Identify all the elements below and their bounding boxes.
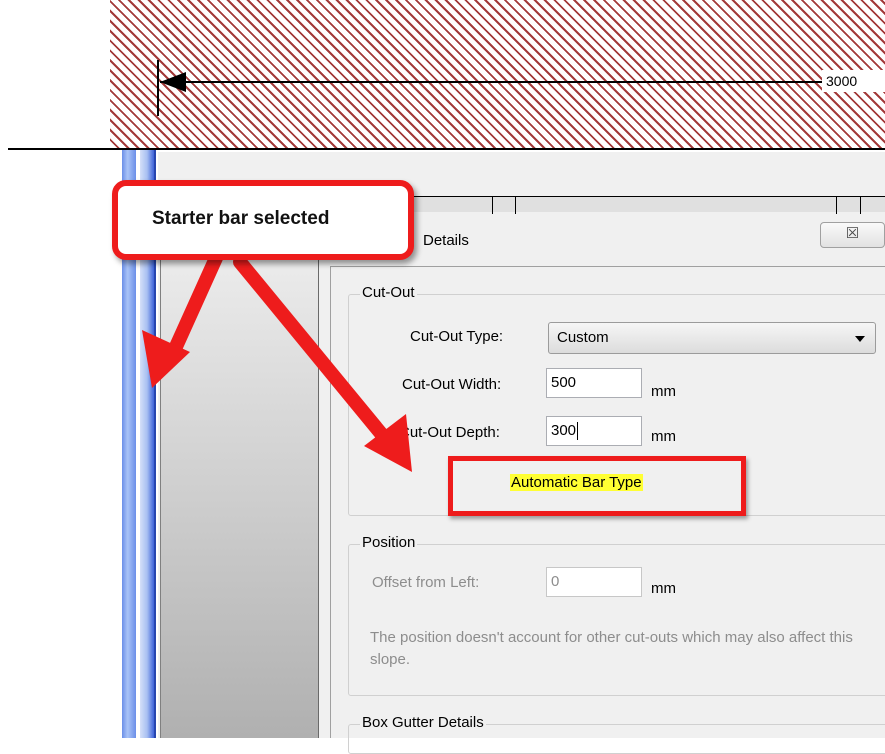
arrow-to-bar-type — [233, 255, 412, 472]
callout-box: Starter bar selected — [112, 180, 414, 260]
callout-text: Starter bar selected — [152, 208, 330, 229]
callout-arrows — [142, 251, 412, 472]
arrow-to-starter-bar — [142, 251, 223, 388]
